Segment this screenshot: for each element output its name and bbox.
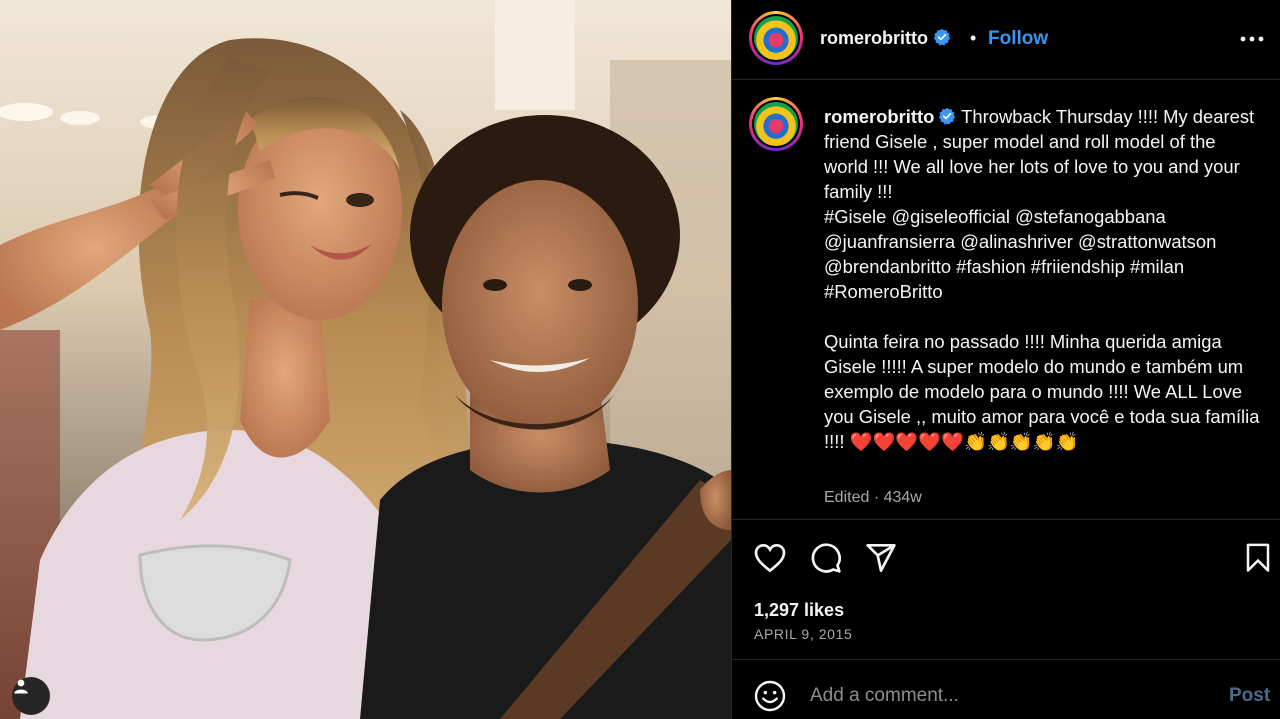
caption-username[interactable]: romerobritto xyxy=(824,106,934,127)
more-options-button[interactable] xyxy=(1237,26,1267,52)
tagged-users-button[interactable] xyxy=(12,677,50,715)
like-button[interactable] xyxy=(752,540,788,576)
post-meta: Edited · 434w xyxy=(824,489,922,506)
verified-badge-icon xyxy=(939,107,956,125)
save-button[interactable] xyxy=(1240,540,1276,576)
caption-text: romerobritto Throwback Thursday !!!! My … xyxy=(824,104,1264,454)
comment-button[interactable] xyxy=(808,540,844,576)
post-photo[interactable] xyxy=(0,0,731,719)
more-options-icon xyxy=(1240,36,1264,42)
heart-icon xyxy=(754,543,786,573)
action-bar: 1,297 likes APRIL 9, 2015 xyxy=(732,519,1280,659)
caption-section: romerobritto Throwback Thursday !!!! My … xyxy=(732,81,1280,519)
comment-icon xyxy=(811,543,841,573)
post-date[interactable]: APRIL 9, 2015 xyxy=(754,626,852,642)
post-side-panel: romerobritto • Follow romerobritto Throw… xyxy=(731,0,1280,719)
avatar-image xyxy=(754,102,798,146)
emoji-button[interactable] xyxy=(752,678,788,714)
emoji-icon xyxy=(754,680,786,712)
photo-illustration xyxy=(0,0,731,719)
verified-badge-icon xyxy=(933,28,951,46)
comment-bar: Post xyxy=(732,659,1280,719)
username-text[interactable]: romerobritto xyxy=(820,28,928,48)
caption-avatar[interactable] xyxy=(749,97,803,151)
post-header: romerobritto • Follow xyxy=(732,0,1280,80)
user-icon xyxy=(14,679,28,694)
post-comment-button[interactable]: Post xyxy=(1229,685,1270,707)
avatar[interactable] xyxy=(749,11,803,65)
follow-button[interactable]: Follow xyxy=(988,28,1048,50)
caption-body: Throwback Thursday !!!! My dearest frien… xyxy=(824,106,1260,452)
comment-input[interactable] xyxy=(810,682,1210,710)
avatar-image xyxy=(754,16,798,60)
likes-count[interactable]: 1,297 likes xyxy=(754,600,844,621)
header-username[interactable]: romerobritto xyxy=(820,28,951,49)
separator-dot: • xyxy=(970,28,977,48)
share-icon xyxy=(866,544,896,573)
share-button[interactable] xyxy=(863,540,899,576)
save-icon xyxy=(1246,543,1270,572)
